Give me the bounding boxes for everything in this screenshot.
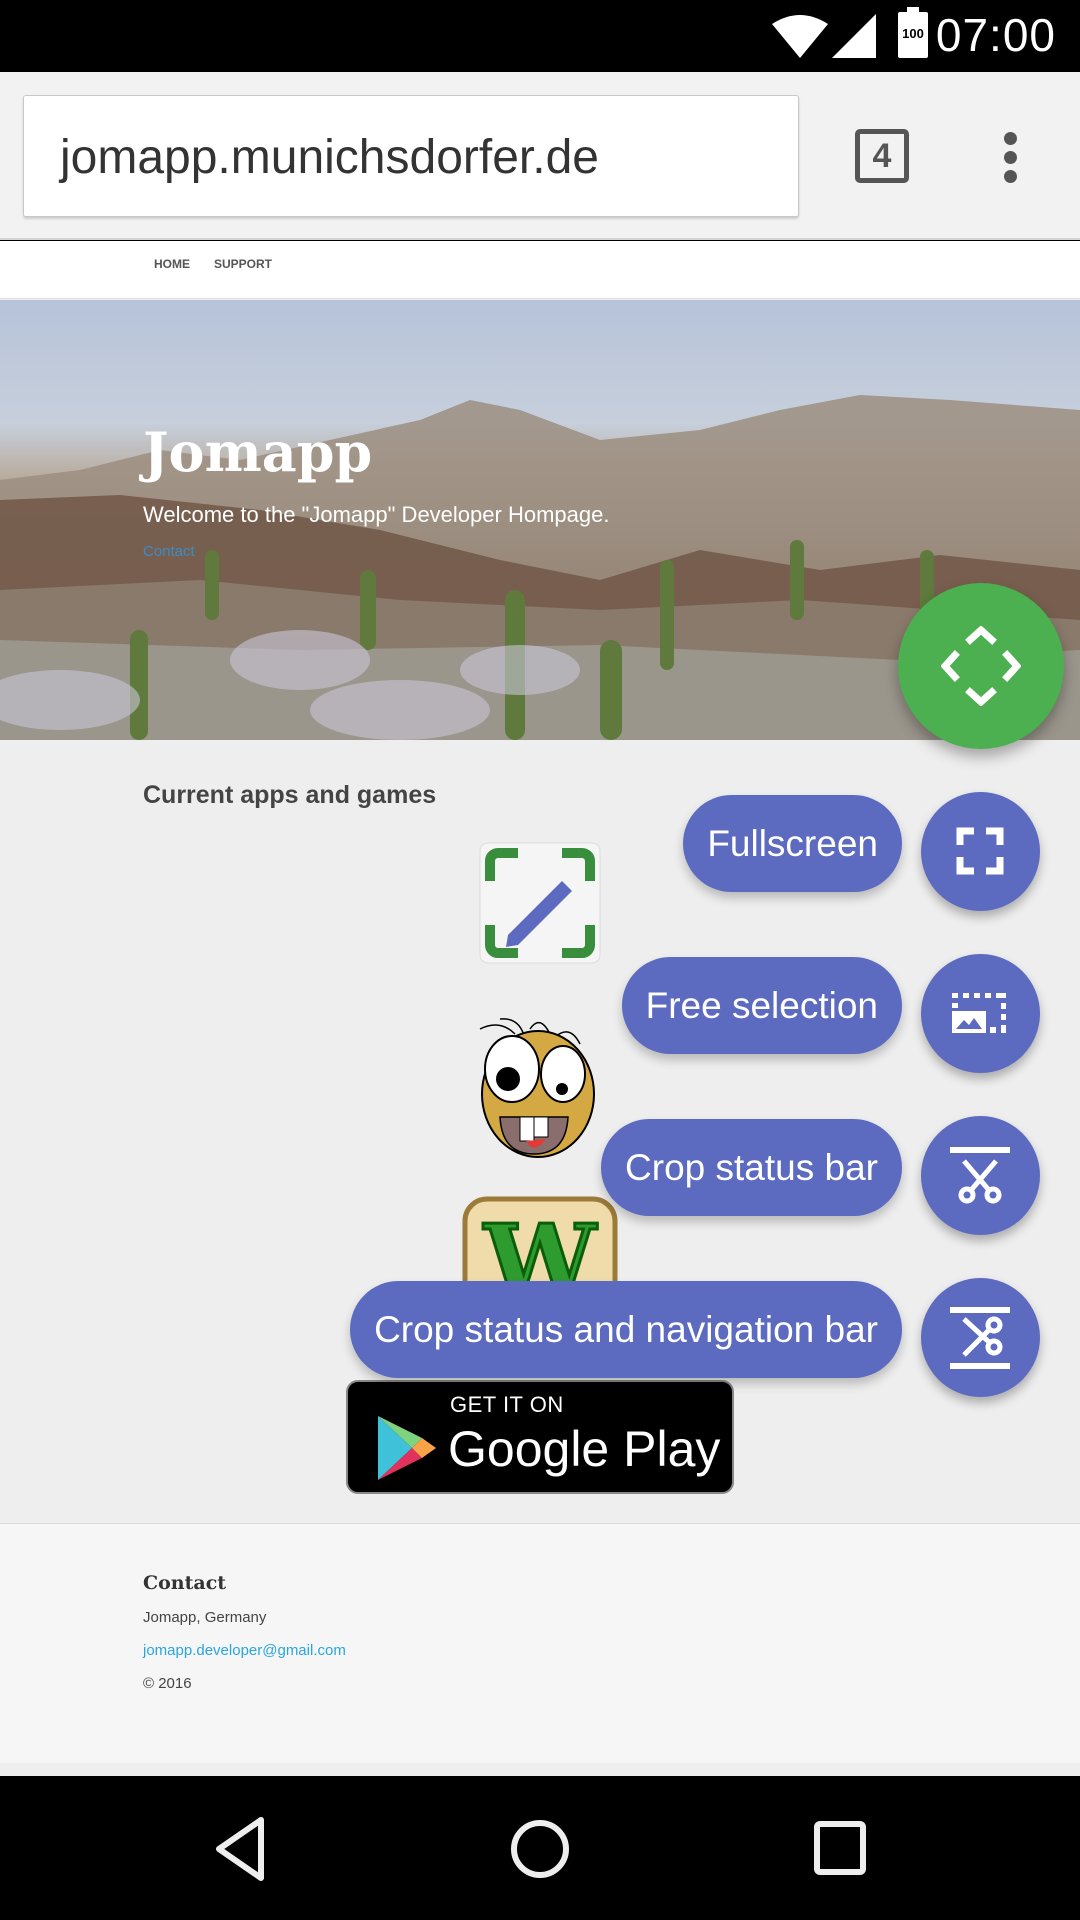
navigation-bar [0,1776,1080,1920]
footer-email-link[interactable]: jomapp.developer@gmail.com [143,1642,346,1659]
more-vert-icon[interactable] [998,132,1022,184]
footer-copyright: © 2016 [143,1675,192,1692]
clock: 07:00 [935,9,1056,61]
site-nav: HOME SUPPORT [0,241,1080,299]
status-bar: 100 07:00 [0,0,1080,72]
battery-icon: 100 [898,7,928,58]
recents-icon[interactable] [800,1814,880,1884]
crop-status-nav-bar-label[interactable]: Crop status and navigation bar [350,1281,902,1378]
apps-heading: Current apps and games [143,781,437,809]
footer-address: Jomapp, Germany [143,1609,267,1626]
crop-status-nav-bar-icon [950,1307,1010,1369]
nav-home-link[interactable]: HOME [154,257,190,271]
battery-level: 100 [902,26,924,41]
hero-subtitle: Welcome to the "Jomapp" Developer Hompag… [143,502,610,527]
footer-heading: Contact [143,1572,227,1594]
free-selection-button[interactable] [921,954,1040,1073]
browser-toolbar: jomapp.munichsdorfer.de 4 [0,72,1080,240]
url-bar[interactable]: jomapp.munichsdorfer.de [23,95,799,217]
tab-switcher-button[interactable]: 4 [855,129,909,183]
fullscreen-label[interactable]: Fullscreen [683,795,902,892]
badge-line1: GET IT ON [450,1392,564,1417]
url-text: jomapp.munichsdorfer.de [60,131,599,184]
cell-signal-icon [832,14,876,58]
web-page: HOME SUPPORT Jomapp Welcome to the "Joma… [0,241,1080,1776]
google-play-badge[interactable]: GET IT ON Google Play [346,1380,734,1494]
hero-title: Jomapp [143,420,373,484]
fullscreen-icon [956,827,1004,875]
crop-status-bar-button[interactable] [921,1116,1040,1235]
back-icon[interactable] [201,1814,281,1884]
cartoon-face-game-icon[interactable] [470,1009,600,1159]
crop-status-nav-bar-button[interactable] [921,1278,1040,1397]
fullscreen-button[interactable] [921,792,1040,911]
badge-line2: Google Play [448,1421,721,1477]
hero-contact-link[interactable]: Contact [143,543,195,560]
nav-support-link[interactable]: SUPPORT [214,257,272,271]
free-selection-icon [952,993,1006,1033]
wifi-icon [772,15,828,58]
home-icon[interactable] [500,1814,580,1884]
expand-selection-icon [941,626,1021,706]
screenshot-fab[interactable] [898,583,1064,749]
crop-status-bar-icon [950,1147,1010,1204]
screenshot-editor-app-icon[interactable] [478,841,602,965]
google-play-icon [378,1416,436,1480]
free-selection-label[interactable]: Free selection [621,957,902,1054]
crop-status-bar-label[interactable]: Crop status bar [601,1119,902,1216]
footer: Contact Jomapp, Germany jomapp.developer… [0,1523,1080,1763]
